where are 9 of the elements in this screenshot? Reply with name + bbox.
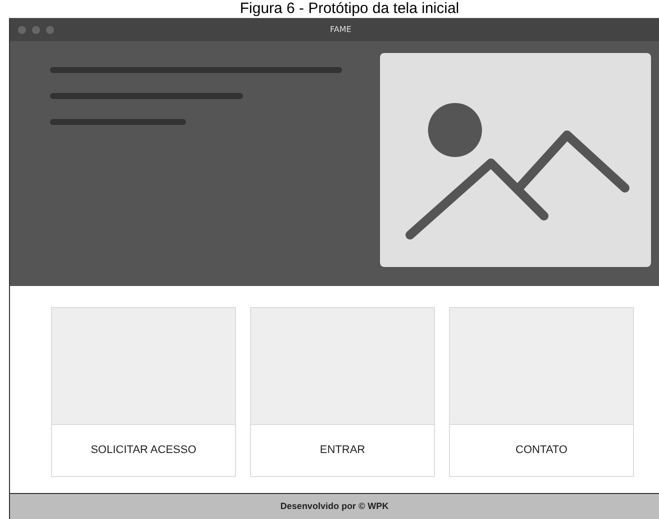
action-card[interactable]: SOLICITAR ACESSO bbox=[51, 307, 236, 477]
figure-caption: Figura 6 - Protótipo da tela inicial bbox=[238, 0, 460, 17]
footer-text: Desenvolvido por © WPK bbox=[280, 500, 389, 513]
action-card[interactable]: CONTATO bbox=[449, 307, 634, 477]
window-title: FAME bbox=[330, 24, 352, 36]
action-card[interactable]: ENTRAR bbox=[250, 307, 435, 477]
card-label: CONTATO bbox=[514, 443, 568, 458]
card-label: SOLICITAR ACESSO bbox=[90, 443, 198, 458]
card-label: ENTRAR bbox=[318, 443, 366, 458]
